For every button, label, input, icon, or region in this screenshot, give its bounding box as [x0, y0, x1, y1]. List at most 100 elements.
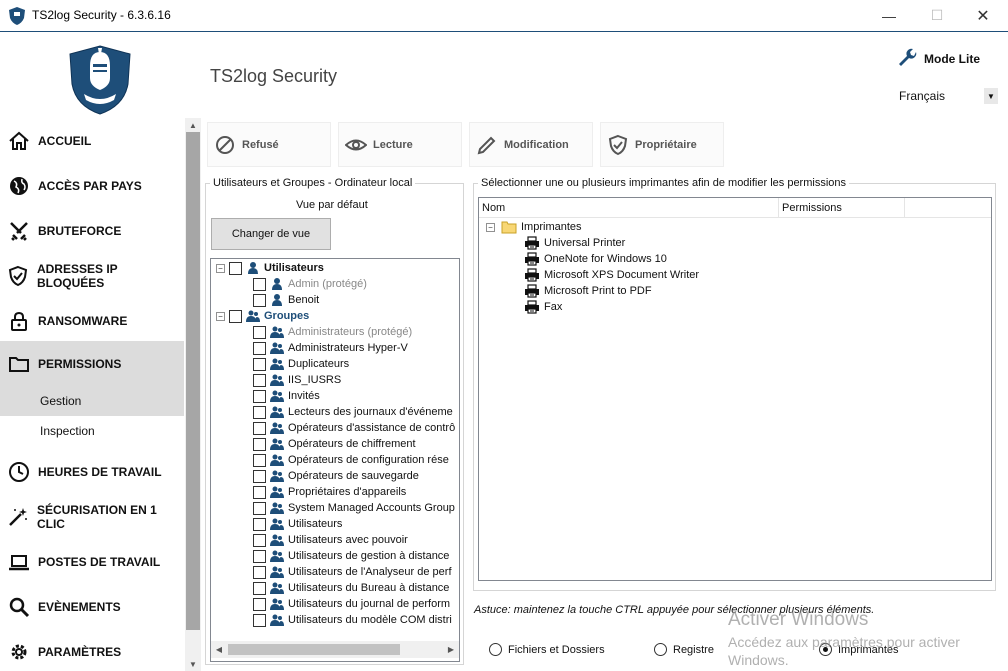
- users-groupbox-title: Utilisateurs et Groupes - Ordinateur loc…: [210, 177, 416, 189]
- sidebar-item-accueil[interactable]: ACCUEIL: [0, 118, 184, 163]
- tree-item-group[interactable]: Utilisateurs: [253, 516, 342, 532]
- checkbox[interactable]: [253, 405, 266, 419]
- tree-item-group[interactable]: Administrateurs Hyper-V: [253, 340, 408, 356]
- checkbox[interactable]: [253, 277, 266, 291]
- printer-item[interactable]: Fax: [524, 299, 562, 315]
- users-groups-tree[interactable]: − Utilisateurs Admin (protégé) Benoit − …: [210, 258, 460, 662]
- radio-button[interactable]: [654, 643, 667, 656]
- tree-item-group[interactable]: Opérateurs de configuration rése: [253, 452, 449, 468]
- radio-registre[interactable]: Registre: [654, 643, 714, 656]
- sidebar-scrollbar[interactable]: ▲ ▼: [185, 118, 201, 671]
- tree-item-group[interactable]: Opérateurs d'assistance de contrô: [253, 420, 455, 436]
- tree-item-group[interactable]: Invités: [253, 388, 320, 404]
- checkbox[interactable]: [253, 581, 266, 595]
- checkbox[interactable]: [253, 533, 266, 547]
- checkbox[interactable]: [253, 325, 266, 339]
- checkbox[interactable]: [253, 549, 266, 563]
- sidebar-item-ransomware[interactable]: RANSOMWARE: [0, 298, 184, 343]
- proprietaire-button[interactable]: Propriétaire: [600, 122, 724, 167]
- tree-node-groupes[interactable]: − Groupes: [216, 308, 309, 324]
- checkbox[interactable]: [253, 565, 266, 579]
- scroll-up-arrow-icon[interactable]: ▲: [185, 118, 201, 132]
- printer-item[interactable]: Microsoft XPS Document Writer: [524, 267, 699, 283]
- tree-item-group[interactable]: Utilisateurs avec pouvoir: [253, 532, 408, 548]
- tree-item-group[interactable]: IIS_IUSRS: [253, 372, 341, 388]
- printer-item[interactable]: Microsoft Print to PDF: [524, 283, 652, 299]
- tree-item-group[interactable]: Utilisateurs de gestion à distance: [253, 548, 449, 564]
- column-header-permissions[interactable]: Permissions: [782, 202, 842, 214]
- sidebar-item-heures-de-travail[interactable]: HEURES DE TRAVAIL: [0, 449, 184, 494]
- change-view-button[interactable]: Changer de vue: [211, 218, 331, 250]
- scroll-down-arrow-icon[interactable]: ▼: [185, 657, 201, 671]
- sidebar-item-label: ADRESSES IP BLOQUÉES: [36, 261, 118, 290]
- printer-label: Fax: [544, 301, 563, 313]
- tree-item-group[interactable]: Utilisateurs de l'Analyseur de perf: [253, 564, 452, 580]
- tree-item-group[interactable]: System Managed Accounts Group: [253, 500, 455, 516]
- checkbox[interactable]: [253, 389, 266, 403]
- tree-item-group[interactable]: Lecteurs des journaux d'événeme: [253, 404, 453, 420]
- checkbox[interactable]: [253, 613, 266, 627]
- checkbox[interactable]: [253, 341, 266, 355]
- language-select[interactable]: Français ▼: [896, 86, 1000, 106]
- tree-node-utilisateurs[interactable]: − Utilisateurs: [216, 260, 324, 276]
- checkbox[interactable]: [253, 469, 266, 483]
- minimize-button[interactable]: —: [866, 0, 912, 31]
- maximize-button[interactable]: ☐: [914, 0, 960, 31]
- tree-item-group[interactable]: Utilisateurs du modèle COM distri: [253, 612, 452, 628]
- sidebar-subitem-gestion[interactable]: Gestion: [0, 386, 184, 416]
- collapse-icon[interactable]: −: [216, 263, 225, 273]
- column-separator[interactable]: [778, 198, 779, 218]
- sidebar-item-postes-de-travail[interactable]: POSTES DE TRAVAIL: [0, 539, 184, 584]
- checkbox[interactable]: [253, 517, 266, 531]
- tree-item-group[interactable]: Propriétaires d'appareils: [253, 484, 406, 500]
- checkbox[interactable]: [253, 485, 266, 499]
- checkbox[interactable]: [253, 293, 266, 307]
- checkbox[interactable]: [229, 261, 242, 275]
- sidebar-item-parametres[interactable]: PARAMÈTRES: [0, 629, 184, 671]
- tree-node-imprimantes[interactable]: − Imprimantes: [486, 219, 582, 235]
- modification-button[interactable]: Modification: [469, 122, 593, 167]
- column-separator[interactable]: [904, 198, 905, 218]
- radio-button[interactable]: [489, 643, 502, 656]
- checkbox[interactable]: [229, 309, 242, 323]
- checkbox[interactable]: [253, 437, 266, 451]
- tree-item-group[interactable]: Utilisateurs du journal de perform: [253, 596, 450, 612]
- tree-scroll-thumb[interactable]: [228, 644, 400, 655]
- collapse-icon[interactable]: −: [486, 222, 495, 232]
- checkbox[interactable]: [253, 373, 266, 387]
- tree-item-label: Benoit: [288, 294, 320, 306]
- collapse-icon[interactable]: −: [216, 311, 225, 321]
- sidebar-item-permissions[interactable]: PERMISSIONS: [0, 341, 184, 386]
- scroll-left-arrow-icon[interactable]: ◀: [211, 641, 227, 658]
- tree-item-group[interactable]: Opérateurs de chiffrement: [253, 436, 416, 452]
- tree-item-group[interactable]: Duplicateurs: [253, 356, 349, 372]
- checkbox[interactable]: [253, 501, 266, 515]
- tree-item-user[interactable]: Benoit: [253, 292, 319, 308]
- tree-item-group[interactable]: Administrateurs (protégé): [253, 324, 412, 340]
- printers-list[interactable]: Nom Permissions − Imprimantes Universal …: [478, 197, 992, 581]
- refuse-button[interactable]: Refusé: [207, 122, 331, 167]
- radio-fichiers-dossiers[interactable]: Fichiers et Dossiers: [489, 643, 605, 656]
- sidebar-subitem-inspection[interactable]: Inspection: [0, 416, 184, 446]
- sidebar-scroll-thumb[interactable]: [186, 132, 200, 630]
- checkbox[interactable]: [253, 421, 266, 435]
- column-header-nom[interactable]: Nom: [482, 202, 505, 214]
- mode-lite-button[interactable]: Mode Lite: [896, 47, 980, 71]
- close-button[interactable]: ✕: [960, 0, 1006, 31]
- printer-item[interactable]: OneNote for Windows 10: [524, 251, 667, 267]
- scroll-right-arrow-icon[interactable]: ▶: [443, 641, 459, 658]
- tree-item-user[interactable]: Admin (protégé): [253, 276, 367, 292]
- checkbox[interactable]: [253, 357, 266, 371]
- sidebar-item-securisation[interactable]: SÉCURISATION EN 1 CLIC: [0, 494, 184, 539]
- checkbox[interactable]: [253, 453, 266, 467]
- sidebar-item-bruteforce[interactable]: BRUTEFORCE: [0, 208, 184, 253]
- sidebar-item-evenements[interactable]: EVÈNEMENTS: [0, 584, 184, 629]
- lecture-button[interactable]: Lecture: [338, 122, 462, 167]
- checkbox[interactable]: [253, 597, 266, 611]
- tree-horizontal-scrollbar[interactable]: ◀ ▶: [211, 641, 459, 658]
- printer-item[interactable]: Universal Printer: [524, 235, 625, 251]
- tree-item-group[interactable]: Opérateurs de sauvegarde: [253, 468, 419, 484]
- sidebar-item-acces-par-pays[interactable]: ACCÈS PAR PAYS: [0, 163, 184, 208]
- sidebar-item-adresses-ip-bloquees[interactable]: ADRESSES IP BLOQUÉES: [0, 253, 184, 298]
- tree-item-group[interactable]: Utilisateurs du Bureau à distance: [253, 580, 449, 596]
